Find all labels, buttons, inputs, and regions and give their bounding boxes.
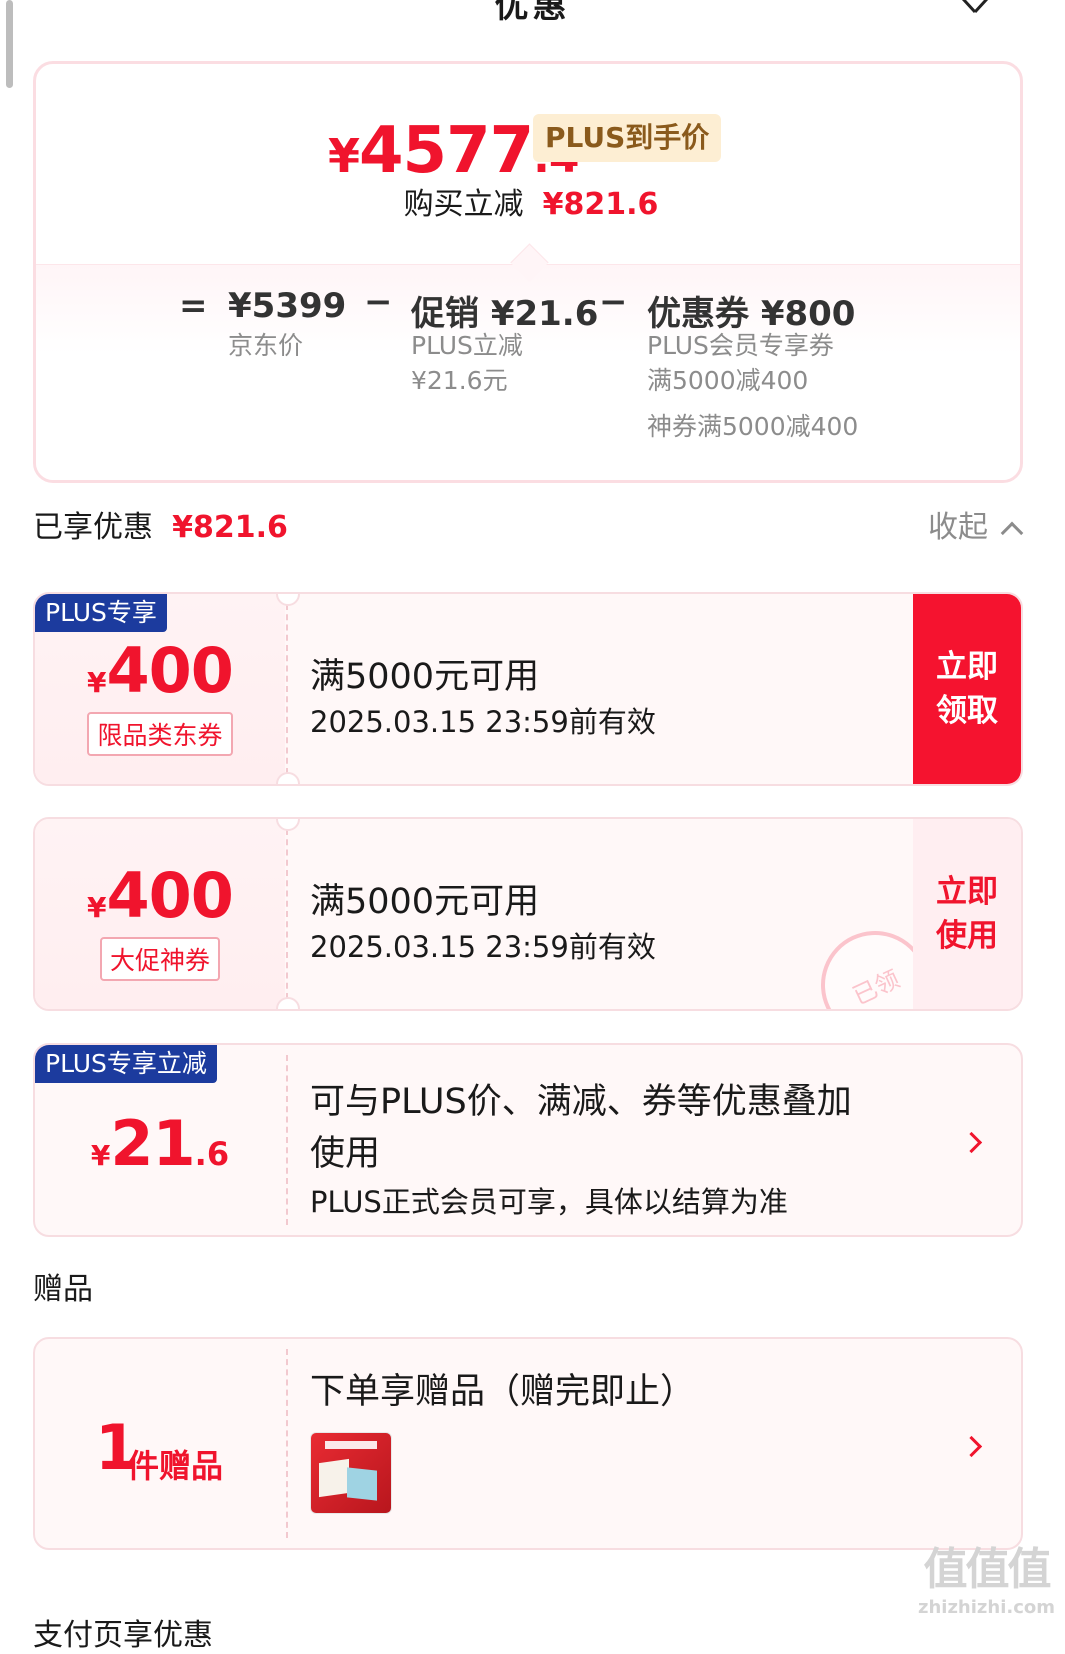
coupon-extra: 神券满5000减400 [647,412,859,441]
coupon-card: ¥400 大促神券 满5000元可用 2025.03.15 23:59前有效 已… [33,817,1023,1011]
close-icon[interactable] [951,0,995,14]
plus-discount-title: 可与PLUS价、满减、券等优惠叠加 [310,1082,852,1122]
plus-discount-title-cont: 使用 [310,1134,381,1174]
perforation [286,829,288,999]
sheet-title: 优惠 [494,0,571,26]
jd-price: ¥5399 [228,286,347,326]
enjoyed-discount-label: 已享优惠 ¥821.6 [33,510,288,545]
price-summary-card: ¥4577.4 PLUS到手价 购买立减 ¥821.6 = ¥5399 京东价 … [33,61,1023,483]
gift-card[interactable]: 1 件赠品 下单享赠品（赠完即止） [33,1337,1023,1550]
plus-badge: PLUS专享 [35,594,167,632]
chevron-right-icon [960,1435,983,1458]
coupon-amount: ¥400 [87,859,234,932]
coupon-expiry: 2025.03.15 23:59前有效 [310,705,656,739]
plus-badge: PLUS专享立减 [35,1045,217,1083]
coupon-label: PLUS会员专享券 [647,331,834,360]
coupon-detail: 满5000减400 [647,366,809,395]
next-section-label: 支付页享优惠 [33,1618,213,1653]
minus-sign: − [364,282,393,322]
instant-saving: 购买立减 ¥821.6 [403,187,659,222]
coupon-amount: ¥400 [87,634,234,707]
plus-discount-amount: ¥21.6 [90,1107,230,1180]
plus-discount-card[interactable]: PLUS专享立减 ¥21.6 可与PLUS价、满减、券等优惠叠加 使用 PLUS… [33,1043,1023,1237]
promotion-label: PLUS立减 [411,331,523,360]
promotion-detail: ¥21.6元 [411,366,508,395]
chevron-right-icon [960,1131,983,1154]
gifts-section-label: 赠品 [33,1272,93,1307]
equals-sign: = [179,286,208,326]
collapse-button[interactable]: 收起 [928,502,1024,546]
coupon-card: PLUS专享 ¥400 限品类东券 满5000元可用 2025.03.15 23… [33,592,1023,786]
perforation [286,1349,288,1538]
gift-count-unit: 件赠品 [127,1447,224,1485]
site-watermark: 值值值 zhizhizhi.com [917,1544,1055,1618]
plus-discount-desc: PLUS正式会员可享，具体以结算为准 [310,1185,788,1219]
coupon-condition: 满5000元可用 [310,882,540,922]
gift-product-thumbnail[interactable] [310,1432,392,1514]
coupon-expiry: 2025.03.15 23:59前有效 [310,930,656,964]
use-coupon-button[interactable]: 立即使用 [913,819,1021,1009]
jd-price-label: 京东价 [228,331,304,360]
perforation [286,604,288,774]
perforation [286,1055,288,1225]
coupon-type-chip: 限品类东券 [35,712,285,756]
minus-sign: − [599,282,628,322]
plus-price-tag: PLUS到手价 [533,114,722,162]
coupon-type-chip: 大促神券 [35,937,285,981]
claim-coupon-button[interactable]: 立即领取 [913,594,1021,784]
coupon-condition: 满5000元可用 [310,657,540,697]
chevron-up-icon [1000,521,1024,545]
gift-title: 下单享赠品（赠完即止） [310,1372,696,1412]
